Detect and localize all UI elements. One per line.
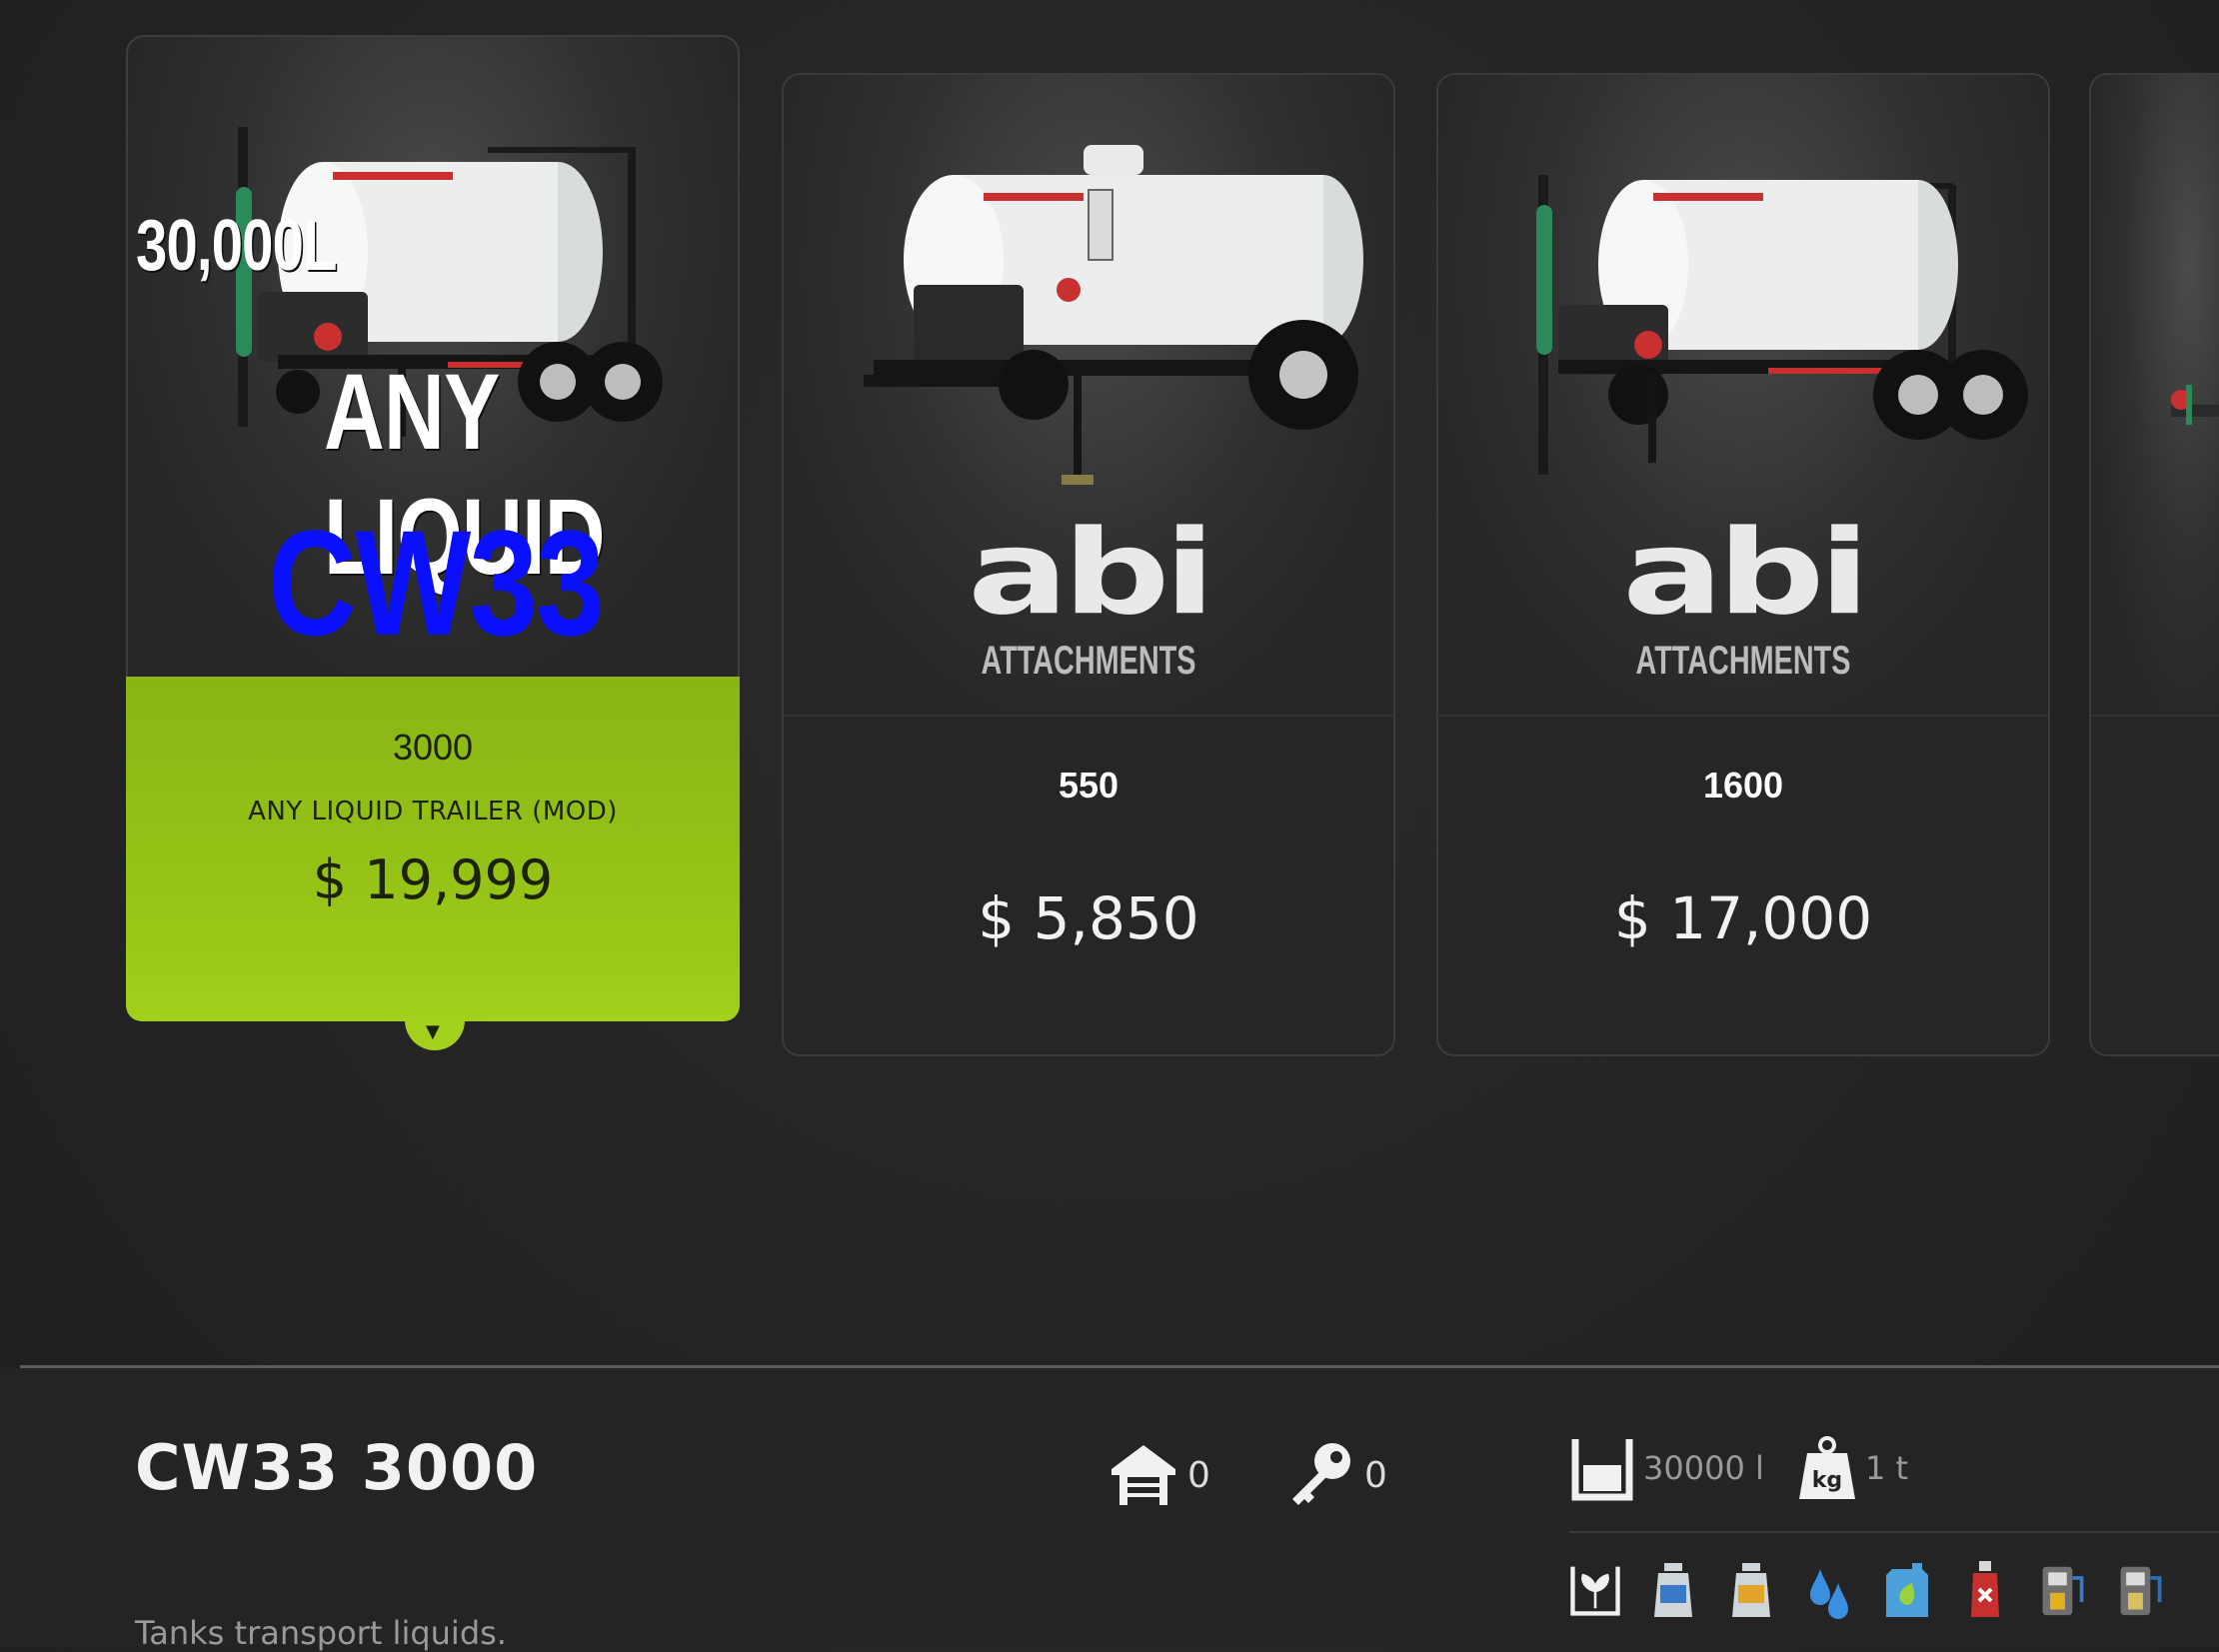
overlay-brand-text: CW33 [268, 499, 605, 667]
garage-icon [1111, 1445, 1175, 1505]
capacity-value: 30000 l [1643, 1449, 1764, 1487]
brand-logo-abi: abi ATTACHMENTS [967, 505, 1215, 683]
details-divider [20, 1365, 2219, 1368]
liquid-fertilizer-icon [1881, 1559, 1933, 1621]
card-divider [784, 715, 1393, 717]
weight-stat: kg 1 t [1797, 1435, 1908, 1501]
spec-divider [1569, 1531, 2219, 1533]
item-description: Tanks transport liquids. [135, 1614, 507, 1652]
owned-stat: 0 [1108, 1439, 1210, 1511]
store-item-card-selected[interactable]: 30,000L ANY LIQUID CW33 3000 ANY LIQUID … [126, 35, 740, 1050]
diesel-pump-icon [2037, 1559, 2089, 1621]
store-item-card[interactable]: abi ATTACHMENTS 550 $ 5,850 [782, 73, 1395, 1056]
seedling-icon [1569, 1559, 1621, 1621]
water-drop-icon [1803, 1559, 1855, 1621]
capacity-icon [1571, 1439, 1633, 1501]
overlay-capacity-text: 30,000L [136, 206, 337, 286]
item-name: ANY LIQUID TRAILER (MOD) [248, 797, 618, 826]
card-divider [1438, 715, 2048, 717]
weight-icon: kg [1799, 1436, 1855, 1499]
def-pump-icon [2115, 1559, 2167, 1621]
herbicide-icon [1959, 1559, 2011, 1621]
item-price: $ 19,999 [312, 848, 554, 911]
fill-types-list [1569, 1559, 2167, 1621]
item-price: $ 17,000 [1613, 884, 1873, 952]
weight-value: 1 t [1865, 1449, 1909, 1487]
item-price: $ 5,850 [978, 884, 1199, 952]
item-model: 3000 [392, 727, 474, 768]
honey-can-icon [1725, 1559, 1777, 1621]
capacity-stat: 30000 l [1569, 1435, 1764, 1501]
store-item-card-partial[interactable] [2089, 73, 2219, 1056]
chevron-down-icon: ▼ [426, 1021, 440, 1042]
leased-stat: 0 [1284, 1439, 1387, 1511]
svg-text:kg: kg [1812, 1468, 1842, 1493]
item-model: 1600 [1702, 765, 1784, 806]
item-image [2091, 75, 2219, 715]
owned-count: 0 [1187, 1454, 1210, 1496]
brand-logo-abi: abi ATTACHMENTS [1621, 505, 1870, 683]
store-item-card[interactable]: abi ATTACHMENTS 1600 $ 17,000 [1436, 73, 2050, 1056]
item-title: CW33 3000 [135, 1431, 539, 1504]
tanker-trailer-image [864, 145, 1363, 485]
tanker-trailer-image [1536, 175, 2028, 475]
leased-count: 0 [1364, 1454, 1387, 1496]
card-divider [2091, 715, 2219, 717]
tanker-trailer-image [2171, 385, 2219, 425]
item-model: 550 [1058, 765, 1119, 806]
key-icon [1292, 1443, 1350, 1505]
milk-can-icon [1647, 1559, 1699, 1621]
